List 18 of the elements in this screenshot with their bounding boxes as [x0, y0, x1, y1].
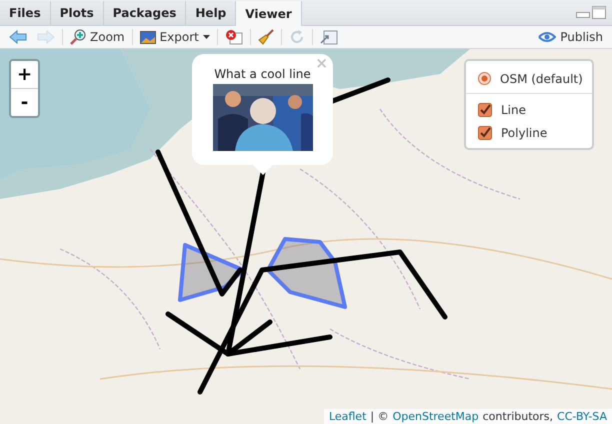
toolbar-button[interactable]: Export — [134, 27, 215, 47]
toolbar-button[interactable]: Publish — [533, 27, 608, 47]
pane-tab[interactable]: Plots — [50, 1, 104, 25]
image-icon — [140, 30, 156, 44]
pane-tab[interactable]: Files — [0, 1, 51, 25]
remove-icon — [224, 29, 243, 45]
caret-icon — [202, 35, 210, 39]
pane-tab[interactable]: Packages — [104, 1, 186, 25]
popout-window-icon — [320, 30, 338, 44]
forward-arrow-icon — [37, 30, 55, 44]
maximize-icon[interactable] — [592, 6, 606, 19]
toolbar-button[interactable]: Zoom — [65, 27, 130, 47]
back-arrow-icon — [9, 30, 27, 44]
broom-icon — [258, 29, 274, 45]
refresh-icon — [288, 29, 305, 45]
magnifier-icon — [70, 29, 86, 45]
pane-tab[interactable]: Viewer — [236, 1, 302, 26]
pane-tab[interactable]: Help — [186, 1, 236, 25]
